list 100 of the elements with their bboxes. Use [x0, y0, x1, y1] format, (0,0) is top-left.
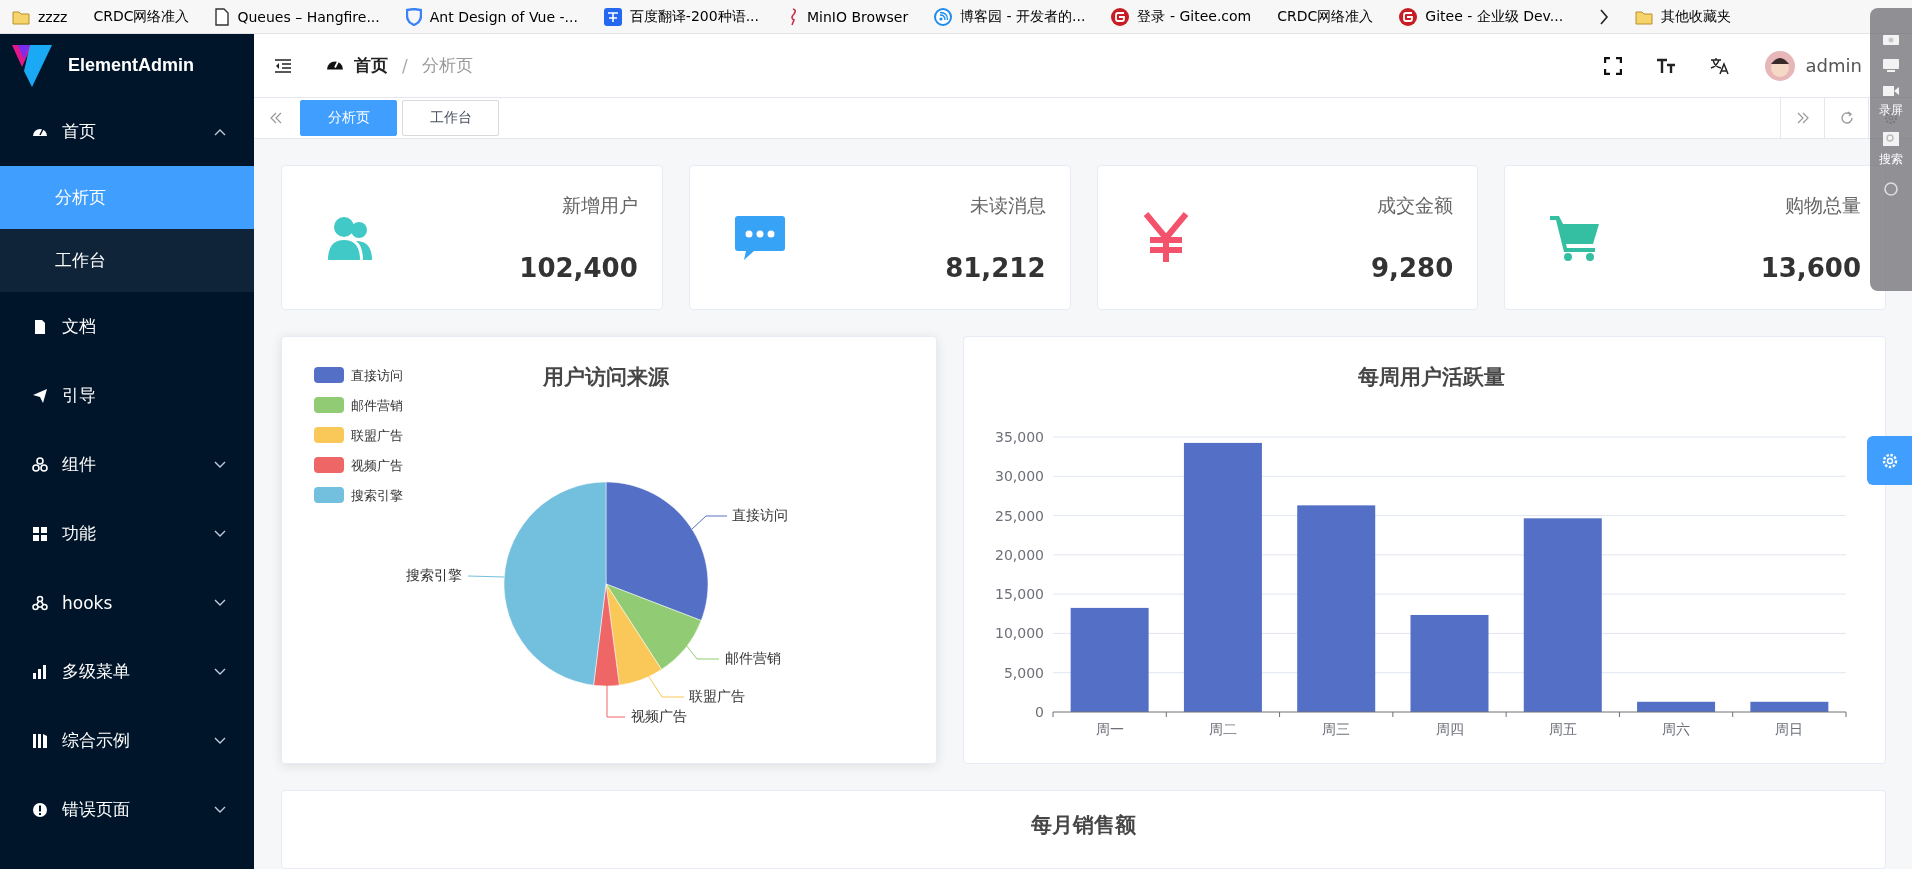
stat-value: 9,280	[1371, 252, 1454, 283]
document-icon	[215, 7, 230, 26]
breadcrumb-current: 分析页	[421, 54, 473, 77]
axis-category-label: 周四	[1435, 721, 1464, 737]
menu-label: 综合示例	[62, 729, 131, 752]
bookmark[interactable]: 登录 - Gitee.com	[1111, 7, 1252, 26]
menu-label: 文档	[62, 315, 97, 338]
menu-item[interactable]: 组件	[0, 430, 254, 499]
fullscreen-icon[interactable]	[1603, 56, 1622, 75]
gitee-logo-icon	[1399, 7, 1418, 26]
stat-value: 81,212	[945, 252, 1046, 283]
legend-label[interactable]: 邮件营销	[351, 398, 403, 413]
axis-category-label: 周三	[1322, 721, 1351, 737]
refresh-icon	[1838, 110, 1855, 126]
legend-label[interactable]: 搜索引擎	[351, 488, 403, 503]
legend-label[interactable]: 直接访问	[351, 368, 403, 383]
chevron-right-icon[interactable]	[1599, 8, 1610, 25]
avatar[interactable]	[1763, 49, 1796, 82]
slice-label: 直接访问	[732, 507, 788, 523]
bookmark[interactable]: Queues – Hangfire...	[215, 7, 380, 26]
stat-title: 新增用户	[561, 192, 638, 218]
menu-item[interactable]: 功能	[0, 499, 254, 568]
menu-item[interactable]: 多级菜单	[0, 637, 254, 706]
bookmark[interactable]: Gitee - 企业级 Dev...	[1399, 7, 1564, 26]
menu-icon	[32, 801, 48, 818]
app-name: ElementAdmin	[68, 55, 195, 76]
breadcrumb-link[interactable]: 首页	[354, 54, 388, 77]
axis-tick-label: 35,000	[995, 429, 1044, 445]
legend-swatch[interactable]	[314, 487, 344, 503]
settings-button[interactable]	[1867, 436, 1912, 485]
menu-item[interactable]: 首页	[0, 97, 254, 166]
logo-icon	[10, 42, 54, 89]
axis-category-label: 周日	[1775, 721, 1804, 737]
chart-title: 每周用户活跃量	[1357, 365, 1505, 389]
bookmark[interactable]: 其他收藏夹	[1635, 7, 1732, 26]
menu-item[interactable]: 文档	[0, 292, 254, 361]
slice-label: 邮件营销	[725, 650, 781, 666]
search-icon[interactable]	[1882, 131, 1900, 147]
menu-icon	[32, 318, 48, 335]
axis-category-label: 周二	[1208, 721, 1237, 737]
folder-icon	[1635, 8, 1654, 25]
bookmark[interactable]: 百度翻译-200种语...	[603, 7, 759, 26]
bookmark[interactable]: MinIO Browser	[785, 7, 909, 26]
axis-category-label: 周六	[1662, 721, 1691, 737]
translate-icon	[603, 7, 622, 26]
legend-label[interactable]: 视频广告	[351, 458, 403, 473]
legend-swatch[interactable]	[314, 457, 344, 473]
chart-title: 每月销售额	[1031, 812, 1136, 839]
feed-icon	[934, 7, 953, 26]
chart-title: 用户访问来源	[543, 365, 669, 389]
dashboard-icon	[326, 61, 344, 70]
menu-label: 错误页面	[62, 798, 131, 821]
axis-tick-label: 15,000	[995, 586, 1044, 603]
user-name[interactable]: admin	[1805, 55, 1862, 76]
menu-label: 组件	[62, 453, 97, 476]
menu-label: 多级菜单	[62, 660, 131, 683]
bookmark[interactable]: CRDC网络准入	[93, 7, 190, 26]
axis-tick-label: 5,000	[1003, 664, 1044, 681]
menu-label: 引导	[62, 384, 97, 407]
menu-item[interactable]: 错误页面	[0, 775, 254, 844]
menu-item[interactable]: hooks	[0, 568, 254, 637]
menu-fold-icon[interactable]	[274, 57, 292, 74]
breadcrumb-separator: /	[402, 55, 408, 76]
bookmark[interactable]: Ant Design of Vue -...	[405, 7, 578, 26]
axis-tick-label: 0	[1035, 704, 1044, 720]
stat-value: 102,400	[519, 252, 638, 283]
font-size-icon[interactable]	[1655, 57, 1676, 74]
bookmark[interactable]: zzzz	[12, 8, 68, 25]
legend-swatch[interactable]	[314, 397, 344, 413]
stat-value: 13,600	[1760, 252, 1861, 283]
bookmark[interactable]: 博客园 - 开发者的...	[934, 7, 1086, 26]
stat-title: 未读消息	[969, 192, 1046, 218]
menu-item[interactable]: 综合示例	[0, 706, 254, 775]
menu-item[interactable]: 引导	[0, 361, 254, 430]
menu-label: 功能	[62, 522, 97, 545]
tab[interactable]: 工作台	[402, 100, 499, 136]
legend-swatch[interactable]	[314, 427, 344, 443]
translate-icon[interactable]	[1709, 56, 1730, 75]
legend-swatch[interactable]	[314, 367, 344, 383]
axis-tick-label: 10,000	[995, 625, 1044, 642]
menu-label: 首页	[62, 120, 97, 143]
leader-line	[685, 644, 720, 660]
stat-title: 成交金额	[1377, 192, 1454, 218]
stat-title: 购物总量	[1785, 192, 1861, 218]
menu-icon	[32, 594, 48, 611]
axis-category-label: 周五	[1548, 721, 1577, 737]
double-right-icon	[1795, 112, 1810, 124]
slice-label: 视频广告	[631, 708, 687, 724]
submenu-item[interactable]: 工作台	[0, 229, 254, 292]
folder-icon	[12, 8, 30, 25]
video-icon[interactable]	[1882, 84, 1900, 98]
leader-line	[691, 515, 728, 530]
menu-icon	[32, 525, 48, 542]
bookmark[interactable]: CRDC网络准入	[1277, 7, 1374, 26]
gitee-logo-icon	[1111, 7, 1130, 26]
legend-label[interactable]: 联盟广告	[351, 428, 403, 443]
menu-icon	[32, 456, 48, 473]
menu-label: hooks	[62, 592, 114, 613]
menu-icon	[32, 732, 48, 749]
menu-icon	[32, 663, 48, 680]
